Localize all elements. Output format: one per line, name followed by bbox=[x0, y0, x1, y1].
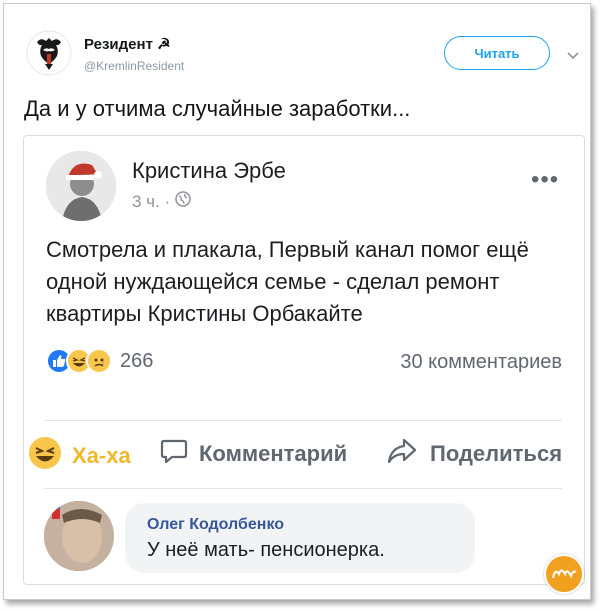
tweet-text: Да и у отчима случайные заработки... bbox=[24, 96, 411, 121]
post-author-name[interactable]: Кристина Эрбе bbox=[132, 158, 286, 184]
comments-count[interactable]: 30 комментариев bbox=[400, 351, 562, 374]
divider bbox=[44, 488, 562, 489]
tweet-author-name[interactable]: Резидент ☭ bbox=[84, 35, 171, 53]
share-label: Поделиться bbox=[430, 441, 563, 466]
share-icon bbox=[386, 436, 418, 472]
reactions-summary[interactable]: 266 bbox=[46, 348, 153, 374]
sad-reaction-icon bbox=[86, 348, 112, 374]
embedded-post-card: Кристина Эрбе 3 ч. · ••• Смотрела и плак… bbox=[23, 135, 585, 585]
chevron-down-icon[interactable] bbox=[566, 48, 580, 60]
kremlin-avatar-icon[interactable] bbox=[26, 30, 72, 76]
post-actions-bar: Ха-ха Комментарий Поделиться bbox=[24, 436, 584, 476]
post-time[interactable]: 3 ч. · bbox=[132, 192, 170, 212]
post-body-text: Смотрела и плакала, Первый канал помог е… bbox=[46, 237, 529, 326]
reaction-count: 266 bbox=[120, 349, 154, 372]
haha-reaction-icon bbox=[28, 436, 62, 476]
comment-author[interactable]: Олег Кодолбенко bbox=[147, 516, 284, 534]
comment-button[interactable]: Комментарий bbox=[159, 436, 347, 472]
post-meta: 3 ч. · bbox=[132, 191, 191, 212]
comment-bubble: Олег Кодолбенко У неё мать- пенсионерка. bbox=[125, 503, 475, 573]
comment-label: Комментарий bbox=[199, 441, 348, 466]
divider bbox=[44, 420, 562, 421]
follow-button[interactable]: Читать bbox=[444, 36, 550, 70]
commenter-avatar[interactable] bbox=[44, 501, 114, 571]
tweet-author-handle[interactable]: @KremlinResident bbox=[84, 59, 184, 73]
more-options-icon[interactable]: ••• bbox=[531, 166, 559, 194]
globe-icon bbox=[175, 191, 191, 212]
comment-icon bbox=[159, 436, 189, 472]
share-button[interactable]: Поделиться bbox=[386, 436, 562, 472]
haha-button[interactable]: Ха-ха bbox=[28, 436, 131, 476]
watermark-logo-icon bbox=[544, 554, 584, 594]
comment-text: У неё мать- пенсионерка. bbox=[147, 539, 385, 561]
tweet-card: Резидент ☭ @KremlinResident Читать Да и … bbox=[3, 3, 591, 600]
post-author-avatar[interactable] bbox=[46, 151, 116, 221]
haha-label: Ха-ха bbox=[72, 443, 131, 468]
